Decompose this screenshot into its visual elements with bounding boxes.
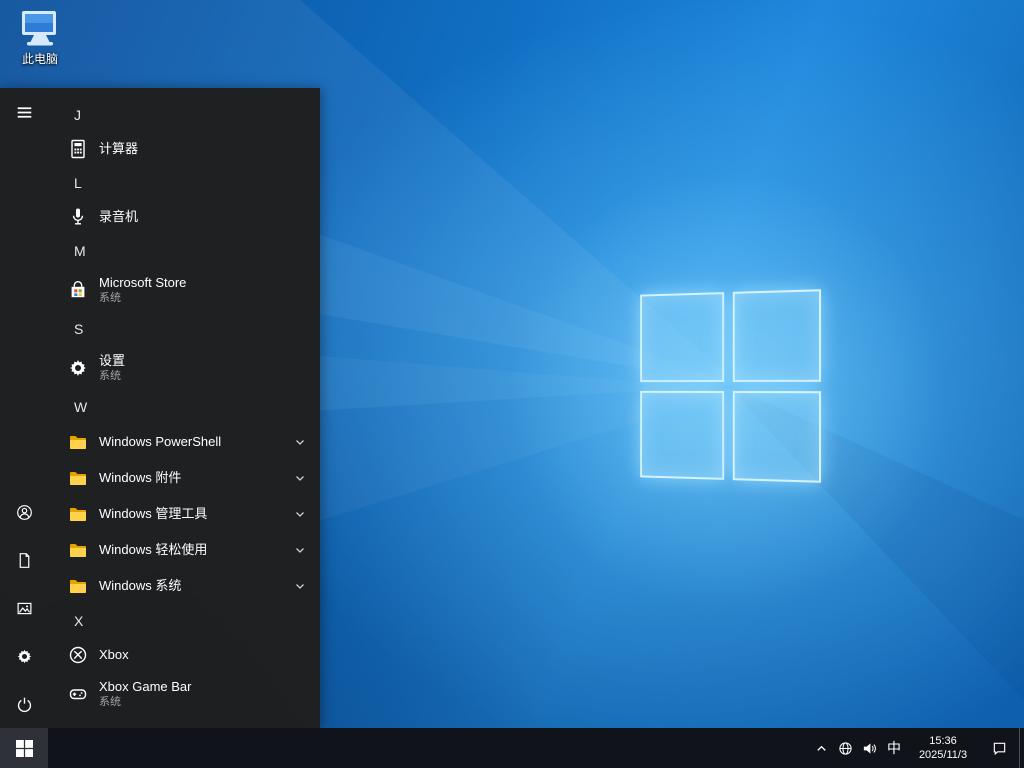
folder-label: Windows 管理工具 <box>99 506 208 522</box>
app-section-letter[interactable]: W <box>48 390 320 424</box>
power-icon <box>17 697 31 712</box>
windows-logo <box>640 289 822 483</box>
clock-date: 2025/11/3 <box>918 749 968 761</box>
app-item-microsoft-store[interactable]: Microsoft Store 系统 <box>48 268 320 312</box>
speaker-icon <box>863 742 876 754</box>
windows-logo-pane <box>640 292 724 382</box>
start-menu: J 计算器 L 录音机 M Microsoft Store 系统 S 设置 系统… <box>0 88 320 728</box>
section-letter-label: S <box>74 321 84 337</box>
app-item-xbox[interactable]: Xbox <box>48 638 320 672</box>
folder-item-windows-ease-of-access[interactable]: Windows 轻松使用 <box>48 532 320 568</box>
gamepad-icon <box>68 684 88 704</box>
pictures-button[interactable] <box>0 584 48 632</box>
start-button[interactable] <box>0 728 48 768</box>
globe-network-icon <box>838 741 852 755</box>
folder-icon <box>68 468 88 488</box>
app-section-letter[interactable]: J <box>48 98 320 132</box>
desktop-icon-this-pc[interactable]: 此电脑 <box>6 8 74 67</box>
notification-icon <box>993 742 1005 755</box>
chevron-up-icon <box>816 745 826 751</box>
power-button[interactable] <box>0 680 48 728</box>
start-menu-rail <box>0 88 48 728</box>
app-item-calculator[interactable]: 计算器 <box>48 132 320 166</box>
app-label: 录音机 <box>99 209 139 225</box>
screen: 此电脑 J 计算器 L 录音机 M Microsoft Store 系统 S 设… <box>0 0 1024 768</box>
app-sublabel: 系统 <box>99 291 121 304</box>
folder-icon <box>68 576 88 596</box>
network-button[interactable] <box>833 728 857 768</box>
microphone-icon <box>68 207 88 227</box>
app-sublabel: 系统 <box>99 369 121 382</box>
gear-icon <box>17 649 31 663</box>
expand-menu-button[interactable] <box>0 88 48 136</box>
windows-start-icon <box>15 739 33 757</box>
section-letter-label: W <box>74 399 88 415</box>
app-item-xbox-game-bar[interactable]: Xbox Game Bar 系统 <box>48 672 320 716</box>
chevron-down-icon <box>296 548 304 553</box>
folder-icon <box>68 504 88 524</box>
ime-indicator[interactable]: 中 <box>881 728 907 768</box>
app-section-letter[interactable]: Z <box>48 716 320 728</box>
app-label: Microsoft Store <box>99 275 187 291</box>
app-section-letter[interactable]: S <box>48 312 320 346</box>
clock-time: 15:36 <box>929 735 957 747</box>
folder-label: Windows 轻松使用 <box>99 542 208 558</box>
folder-item-windows-admin-tools[interactable]: Windows 管理工具 <box>48 496 320 532</box>
folder-item-windows-powershell[interactable]: Windows PowerShell <box>48 424 320 460</box>
folder-item-windows-system[interactable]: Windows 系统 <box>48 568 320 604</box>
chevron-down-icon <box>296 512 304 517</box>
gear-icon <box>68 358 88 378</box>
app-label: 设置 <box>99 353 126 369</box>
app-sublabel: 系统 <box>99 695 121 708</box>
tray-overflow-button[interactable] <box>809 728 833 768</box>
pictures-icon <box>17 602 31 614</box>
app-label: Xbox <box>99 647 129 663</box>
show-desktop-button[interactable] <box>1019 728 1024 768</box>
desktop-icon-label: 此电脑 <box>21 52 58 66</box>
app-item-settings[interactable]: 设置 系统 <box>48 346 320 390</box>
start-menu-app-list: J 计算器 L 录音机 M Microsoft Store 系统 S 设置 系统… <box>48 88 320 728</box>
user-account-button[interactable] <box>0 488 48 536</box>
document-icon <box>19 552 29 568</box>
chevron-down-icon <box>296 440 304 445</box>
system-tray: 中 15:36 2025/11/3 <box>809 728 1024 768</box>
app-label: Xbox Game Bar <box>99 679 192 695</box>
app-section-letter[interactable]: M <box>48 234 320 268</box>
section-letter-label: L <box>74 175 82 191</box>
this-pc-icon <box>22 11 56 46</box>
folder-item-windows-accessories[interactable]: Windows 附件 <box>48 460 320 496</box>
action-center-button[interactable] <box>979 728 1019 768</box>
hamburger-icon <box>17 106 31 118</box>
section-letter-label: J <box>74 107 81 123</box>
taskbar-clock[interactable]: 15:36 2025/11/3 <box>907 728 979 768</box>
folder-icon <box>68 432 88 452</box>
volume-button[interactable] <box>857 728 881 768</box>
chevron-down-icon <box>296 584 304 589</box>
chevron-down-icon <box>296 476 304 481</box>
section-letter-label: M <box>74 243 86 259</box>
folder-label: Windows 附件 <box>99 470 182 486</box>
app-label: 计算器 <box>99 141 139 157</box>
folder-icon <box>68 540 88 560</box>
folder-label: Windows PowerShell <box>99 434 222 450</box>
documents-button[interactable] <box>0 536 48 584</box>
windows-logo-pane <box>732 390 822 483</box>
folder-label: Windows 系统 <box>99 578 182 594</box>
user-icon <box>16 504 32 520</box>
windows-logo-pane <box>732 289 822 382</box>
xbox-icon <box>68 645 88 665</box>
app-item-voice-recorder[interactable]: 录音机 <box>48 200 320 234</box>
store-icon <box>68 280 88 300</box>
app-section-letter[interactable]: X <box>48 604 320 638</box>
windows-logo-pane <box>640 390 724 480</box>
settings-button[interactable] <box>0 632 48 680</box>
calculator-icon <box>68 139 88 159</box>
ime-label: 中 <box>887 740 901 756</box>
app-section-letter[interactable]: L <box>48 166 320 200</box>
section-letter-label: X <box>74 613 84 629</box>
taskbar: 中 15:36 2025/11/3 <box>0 728 1024 768</box>
